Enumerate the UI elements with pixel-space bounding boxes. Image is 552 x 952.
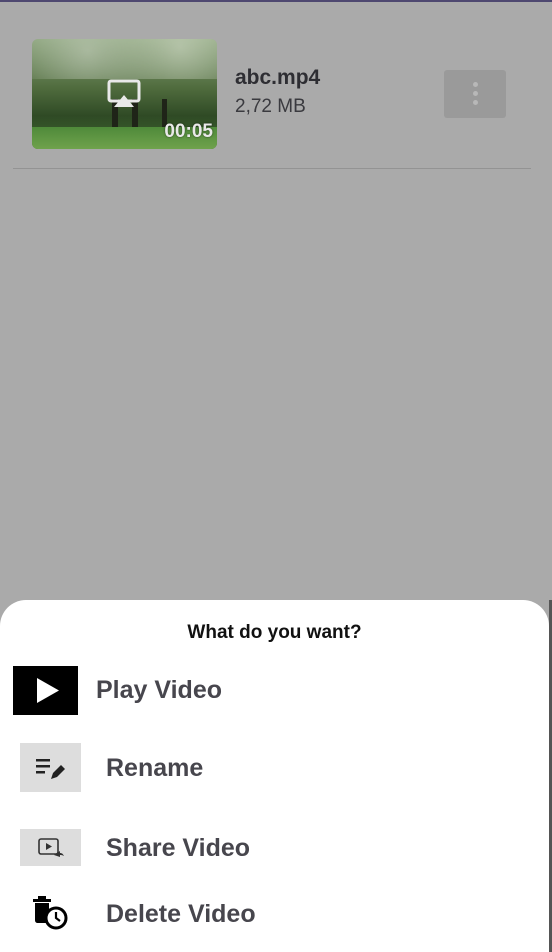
options-bottom-sheet: What do you want? Play Video Rename Shar… [0, 600, 549, 952]
video-file-size: 2,72 MB [235, 96, 306, 117]
video-file-name: abc.mp4 [235, 66, 321, 89]
list-divider [13, 168, 531, 169]
video-duration: 00:05 [164, 121, 213, 142]
video-thumbnail[interactable]: 00:05 [32, 39, 217, 149]
video-list-item[interactable]: 00:05 abc.mp4 2,72 MB [0, 0, 552, 170]
delete-video-label: Delete Video [106, 900, 256, 928]
play-icon [13, 666, 78, 715]
share-video-icon [20, 829, 81, 866]
more-options-button[interactable] [444, 70, 506, 118]
share-video-label: Share Video [106, 834, 251, 862]
rename-action[interactable]: Rename [0, 742, 549, 794]
share-video-action[interactable]: Share Video [0, 828, 549, 868]
sheet-title: What do you want? [187, 622, 362, 643]
rename-icon [20, 743, 81, 792]
play-video-action[interactable]: Play Video [0, 664, 549, 718]
delete-scheduled-icon [30, 894, 70, 932]
cast-icon [107, 79, 141, 107]
rename-label: Rename [106, 754, 204, 782]
play-video-label: Play Video [96, 676, 222, 704]
delete-video-action[interactable]: Delete Video [0, 892, 549, 934]
